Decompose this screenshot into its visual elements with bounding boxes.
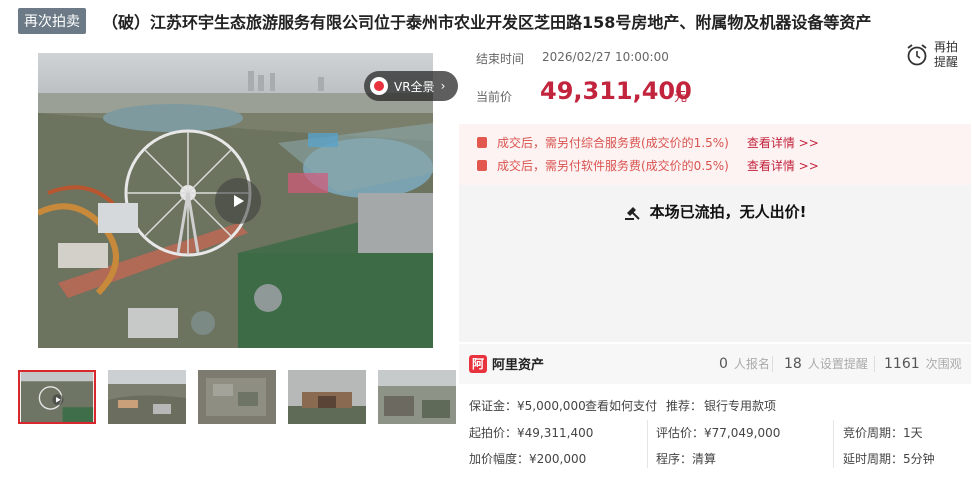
how-to-pay-link[interactable]: 查看如何支付 [585,397,657,414]
auction-status-panel: 本场已流拍，无人出价! [459,185,971,342]
stat-label: 人报名 [733,357,770,371]
stat-reminders: 18 人设置提醒 [784,355,868,372]
status-message: 本场已流拍，无人出价! [649,203,807,221]
recommend-label: 推荐： [666,399,703,413]
fee-bag-icon [477,137,487,148]
end-time-label: 结束时间 [476,52,525,66]
fee-text: 成交后，需另付综合服务费(成交价的1.5%) [497,136,729,150]
gavel-icon [624,206,640,220]
vr-panorama-button[interactable]: VR全景 › [364,71,458,101]
ali-assets-logo: 阿 阿里资产 [469,354,544,373]
page-title: （破）江苏环宇生态旅游服务有限公司位于泰州市农业开发区芝田路158号房地产、附属… [102,13,872,32]
divider [647,420,648,468]
delay-period: 延时周期：5分钟 [843,452,935,466]
appraisal-price: 评估价：¥77,049,000 [656,426,781,440]
service-fee-panel: 成交后，需另付综合服务费(成交价的1.5%) 查看详情 >> 成交后，需另付软件… [459,124,971,185]
fee-row: 成交后，需另付综合服务费(成交价的1.5%) 查看详情 >> [477,134,819,151]
fee-bag-icon [477,160,487,171]
end-time-value: 2026/02/27 10:00:00 [542,50,669,64]
remind-button[interactable]: 再拍提醒 [906,40,962,70]
divider [874,356,875,372]
thumbnail-strip [18,370,468,424]
page: 再次拍卖 （破）江苏环宇生态旅游服务有限公司位于泰州市农业开发区芝田路158号房… [0,0,972,489]
thumbnail-3[interactable] [198,370,276,424]
stat-label: 次围观 [925,357,962,371]
play-icon [234,195,244,207]
thumbnail-5[interactable] [378,370,456,424]
current-price: 49,311,400 [540,77,692,105]
bank-payment-link[interactable]: 银行专用款项 [704,397,776,414]
reauction-tag: 再次拍卖 [18,8,86,34]
bid-increment: 加价幅度：¥200,000 [469,452,587,466]
platform-name: 阿里资产 [492,358,545,373]
stat-count: 0 [719,356,728,372]
status-message-row: 本场已流拍，无人出价! [459,201,971,222]
thumbnail-4[interactable] [288,370,366,424]
fee-text: 成交后，需另付软件服务费(成交价的0.5%) [497,159,729,173]
procedure: 程序：清算 [656,452,717,466]
stat-views: 1161 次围观 [884,355,962,372]
alarm-clock-icon [907,44,927,66]
ali-logo-icon: 阿 [469,354,487,373]
stat-count: 18 [784,356,802,372]
stat-count: 1161 [884,356,920,372]
stat-label: 人设置提醒 [807,357,868,371]
play-video-button[interactable] [215,178,261,224]
platform-stats-bar: 阿 阿里资产 0 人报名 18 人设置提醒 1161 次围观 [459,344,971,384]
thumbnail-1[interactable] [18,370,96,424]
fee-details-link[interactable]: 查看详情 >> [747,134,819,151]
bidding-cycle: 竞价周期：1天 [843,426,923,440]
divider [833,420,834,468]
vr-label: VR全景 [394,79,435,94]
title-row: 再次拍卖 （破）江苏环宇生态旅游服务有限公司位于泰州市农业开发区芝田路158号房… [18,8,871,34]
vr-logo-icon [370,77,388,95]
current-price-label: 当前价 [476,90,513,104]
divider [772,356,773,372]
price-unit: 元 [674,90,688,105]
fee-row: 成交后，需另付软件服务费(成交价的0.5%) 查看详情 >> [477,157,819,174]
chevron-right-icon: › [440,79,446,93]
start-price: 起拍价：¥49,311,400 [469,426,594,440]
stat-signups: 0 人报名 [719,355,770,372]
remind-label: 再拍提醒 [934,40,959,69]
fee-details-link[interactable]: 查看详情 >> [747,157,819,174]
thumbnail-2[interactable] [108,370,186,424]
deposit: 保证金：¥5,000,000 [469,399,586,413]
